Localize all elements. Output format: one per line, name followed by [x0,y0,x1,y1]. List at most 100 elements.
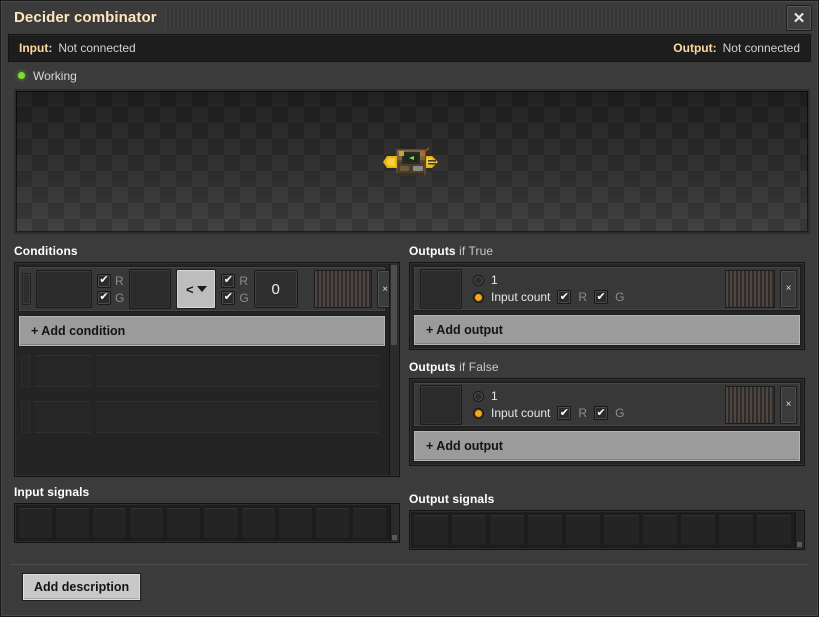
input-signals-strip [14,503,400,543]
signal-slot[interactable] [240,507,276,539]
signal-slot[interactable] [679,514,716,546]
output-reorder-handle[interactable] [725,385,775,424]
signal-slot[interactable] [277,507,313,539]
signal-slot[interactable] [565,514,602,546]
output-mode-input-count[interactable]: Input count ✔ R ✔ G [473,406,624,420]
checkbox-checked-icon[interactable]: ✔ [594,406,609,420]
wire-label-red: R [115,273,124,288]
output-input-count-label: Input count [491,406,551,420]
wire-label-green: G [615,290,625,304]
output-one-label: 1 [491,273,498,287]
window-drag-handle[interactable] [164,6,778,29]
radio-unselected-icon[interactable] [473,274,484,286]
input-signals-block: Input signals [14,485,400,543]
output-delete-button[interactable]: × [780,269,797,308]
output-signals-block: Output signals [409,492,805,550]
output-signal-slot[interactable] [420,268,462,309]
status-text: Working [33,68,77,83]
status-indicator-icon [18,72,25,79]
condition-left-green-wire[interactable]: ✔ G [97,290,125,305]
checkbox-checked-icon[interactable]: ✔ [594,290,609,304]
signal-slot[interactable] [92,507,128,539]
output-row[interactable]: 1 Input count ✔ R ✔ G × [413,266,801,311]
condition-row[interactable]: ✔ R ✔ G < ✔ R ✔ G 0 × [18,266,394,312]
radio-selected-icon[interactable] [473,291,484,303]
add-description-button[interactable]: Add description [22,573,142,601]
signal-slot[interactable] [166,507,202,539]
input-signals-scrollbar[interactable] [390,505,398,541]
condition-constant-input[interactable]: 0 [253,270,298,308]
conditions-heading: Conditions [14,244,78,258]
add-output-false-button[interactable]: + Add output [413,430,801,462]
output-signals-scrollbar[interactable] [795,512,803,548]
signal-slot[interactable] [18,507,54,539]
output-mode-one[interactable]: 1 [473,389,624,403]
condition-placeholder-row [18,397,396,437]
conditions-scrollbar[interactable] [389,264,398,475]
signal-slot[interactable] [755,514,792,546]
outputs-column: Outputs if True 1 Input count ✔ R ✔ G × … [400,244,811,555]
signal-slot[interactable] [451,514,488,546]
checkbox-checked-icon[interactable]: ✔ [221,290,236,305]
add-output-true-button[interactable]: + Add output [413,314,801,346]
checkbox-checked-icon[interactable]: ✔ [97,290,111,305]
signal-slot[interactable] [717,514,754,546]
signal-slot[interactable] [641,514,678,546]
signal-slot[interactable] [55,507,91,539]
outputs-false-sub: if False [459,360,499,374]
condition-left-signal-slot[interactable] [36,270,92,308]
wire-label-red: R [578,290,588,304]
conditions-column: Conditions ✔ R ✔ G < ✔ R ✔ G 0 × + Add c… [8,244,400,555]
wire-label-green: G [239,290,249,305]
condition-left-red-wire[interactable]: ✔ R [97,273,124,288]
output-mode-input-count[interactable]: Input count ✔ R ✔ G [473,290,624,304]
condition-right-green-wire[interactable]: ✔ G [221,290,249,305]
output-signals-strip [409,510,805,550]
output-signals-heading: Output signals [409,492,495,506]
decider-combinator-window: Decider combinator ✕ Input: Not connecte… [0,0,819,617]
condition-left-constant-slot[interactable] [129,269,172,309]
chevron-down-icon [196,286,207,292]
input-label: Input: [19,41,53,55]
signal-slot[interactable] [489,514,526,546]
radio-selected-icon[interactable] [473,407,484,419]
decider-combinator-icon [383,146,438,176]
outputs-if-false-panel: 1 Input count ✔ R ✔ G × + Add output [409,378,805,466]
signal-slot[interactable] [129,507,165,539]
output-mode-one[interactable]: 1 [473,273,624,287]
signal-slot[interactable] [603,514,640,546]
checkbox-checked-icon[interactable]: ✔ [557,290,572,304]
output-reorder-handle[interactable] [725,269,775,308]
comparator-dropdown[interactable]: < [176,269,217,309]
conditions-empty-rows [18,347,396,473]
output-row[interactable]: 1 Input count ✔ R ✔ G × [413,382,801,427]
signal-slot[interactable] [314,507,350,539]
condition-reorder-handle[interactable] [313,270,372,308]
radio-unselected-icon[interactable] [473,390,484,402]
condition-drag-grip[interactable] [22,273,31,305]
entity-preview[interactable] [14,89,810,234]
checkbox-checked-icon[interactable]: ✔ [97,273,111,288]
output-mode-radios: 1 Input count ✔ R ✔ G [473,389,624,420]
checkbox-checked-icon[interactable]: ✔ [557,406,572,420]
wire-label-green: G [115,290,125,305]
condition-right-red-wire[interactable]: ✔ R [221,273,249,288]
add-condition-button[interactable]: + Add condition [18,315,386,347]
checkbox-checked-icon[interactable]: ✔ [221,273,236,288]
signal-slot[interactable] [203,507,239,539]
wire-label-red: R [578,406,588,420]
footer-bar: Add description [8,565,811,609]
output-delete-button[interactable]: × [780,385,797,424]
signal-slot[interactable] [351,507,387,539]
page-title: Decider combinator [14,9,157,26]
input-value: Not connected [58,41,136,55]
signal-slot[interactable] [527,514,564,546]
close-icon[interactable]: ✕ [786,4,812,31]
output-one-label: 1 [491,389,498,403]
wire-label-red: R [239,273,249,288]
signal-slot[interactable] [413,514,450,546]
input-connection: Input: Not connected [19,41,136,55]
output-signal-slot[interactable] [420,384,462,425]
outputs-true-bold: Outputs [409,244,456,258]
outputs-if-false-heading: Outputs if False [409,360,805,374]
